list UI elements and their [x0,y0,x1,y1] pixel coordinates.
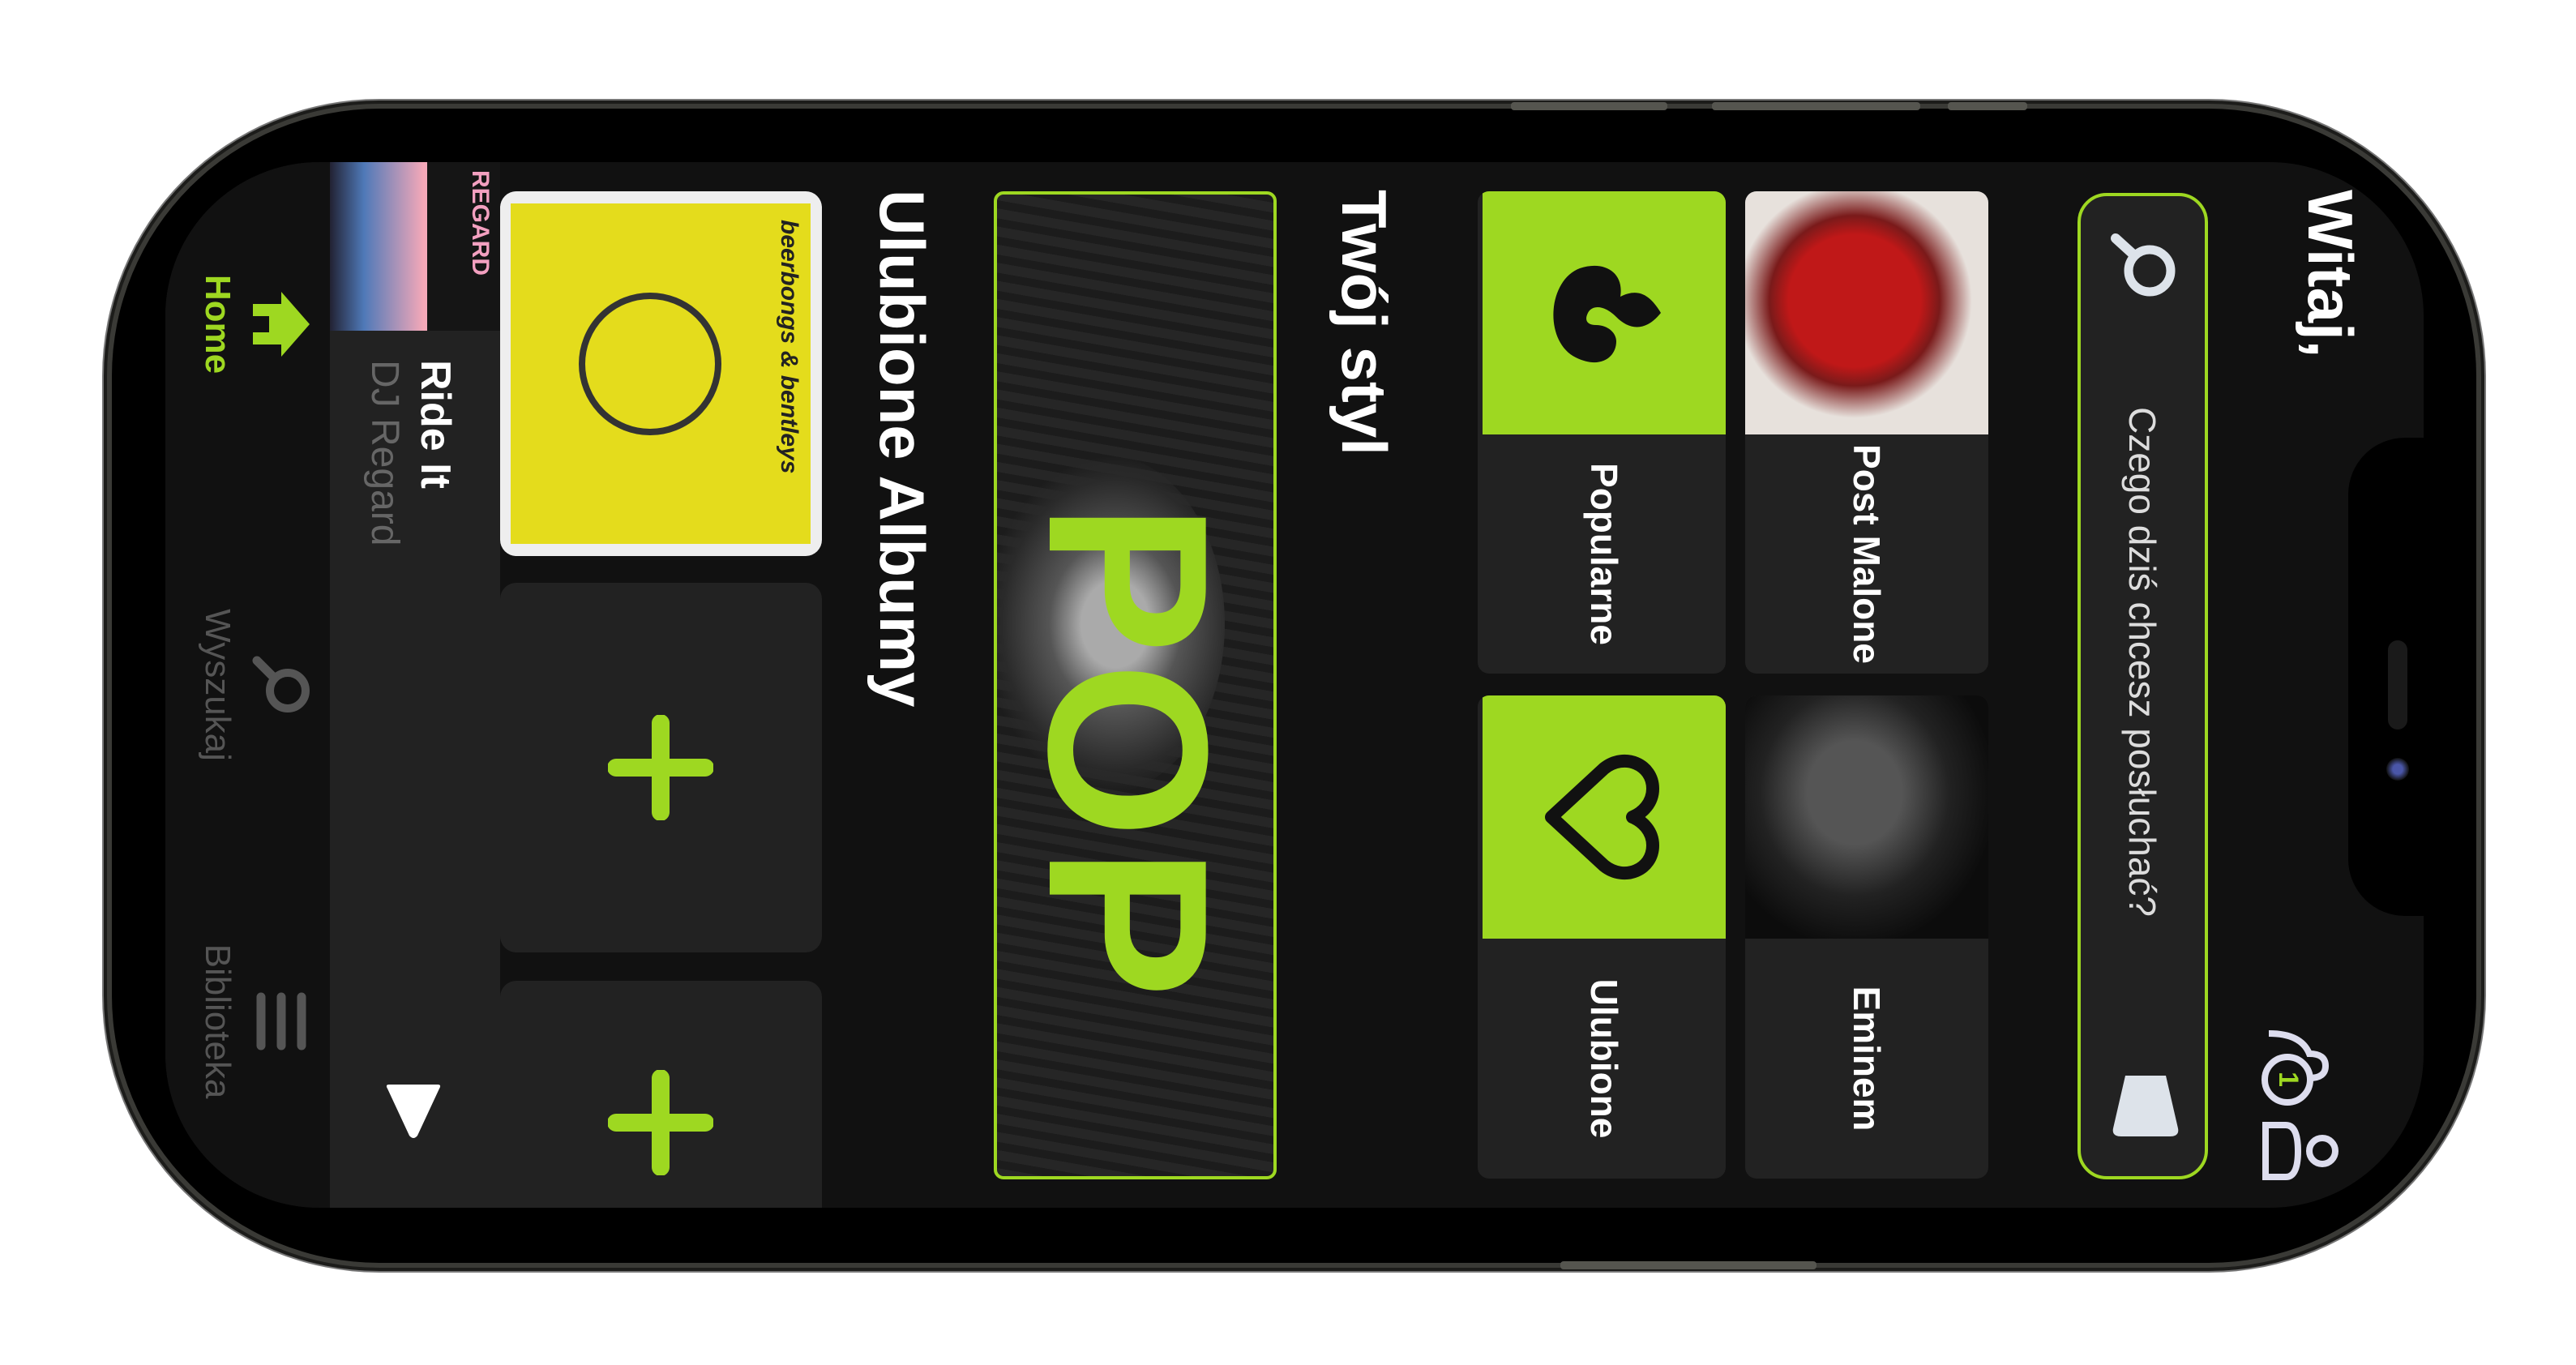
power-button [1560,1261,1816,1269]
section-title-style: Twój styl [1329,190,1400,456]
profile-icon [2262,1122,2339,1180]
track-artist: DJ Regard [363,360,406,546]
artist-photo [1745,695,1988,939]
tile-label: Popularne [1583,463,1625,645]
cd-disc [579,293,722,435]
artist-photo [1745,191,1988,434]
tab-search[interactable]: Wyszukaj [176,588,314,782]
microphone-icon[interactable] [2109,1072,2182,1153]
add-album-button[interactable] [500,981,822,1208]
tab-library[interactable]: Biblioteka [176,924,314,1119]
tab-label: Home [198,274,237,374]
tile-ulubione[interactable]: Ulubione [1478,695,1726,1179]
tab-label: Biblioteka [198,944,237,1099]
album-cover: beerbongs & bentleys [511,203,811,544]
app-screen: Witaj, 1 Czego dziś chcesz posłuchać? Po… [165,162,2424,1208]
speaker [2388,640,2407,730]
tile-post-malone[interactable]: Post Malone [1745,191,1988,674]
tile-label: Ulubione [1583,978,1625,1139]
greeting: Witaj, [2295,190,2366,358]
volume-button [1712,102,1920,110]
tile-label: Post Malone [1846,444,1888,664]
cover-text: REGARD [467,170,494,276]
banner-text: POP [1001,503,1254,1007]
library-icon [256,992,306,1050]
search-input[interactable]: Czego dziś chcesz posłuchać? [2077,193,2208,1179]
add-album-button[interactable] [500,583,822,952]
tab-home[interactable]: Home [176,227,314,421]
tile-eminem[interactable]: Eminem [1745,695,1988,1179]
heart-icon [1545,755,1659,879]
tab-bar: Home Wyszukaj Biblioteka [165,162,330,1208]
favorites-tile-image [1483,695,1726,939]
flame-icon [1553,265,1661,362]
album-cover-text: beerbongs & bentleys [776,220,803,474]
tile-popularne[interactable]: Popularne [1478,191,1726,674]
mini-player[interactable]: REGARD Ride It DJ Regard [330,162,500,1208]
search-icon [252,656,310,712]
search-placeholder: Czego dziś chcesz posłuchać? [2121,407,2163,917]
bell-icon [2261,1030,2330,1106]
notifications-button[interactable]: 1 [2257,1021,2346,1110]
section-title-albums: Ulubione Albumy [867,190,938,708]
camera [2386,758,2409,781]
tab-label: Wyszukaj [198,609,237,761]
play-icon[interactable] [383,1078,443,1143]
now-playing-cover: REGARD [330,162,500,331]
search-icon [2111,233,2176,297]
plus-icon [608,1070,714,1175]
genre-banner-pop[interactable]: POP [994,191,1277,1179]
profile-button[interactable] [2261,1119,2343,1183]
popular-tile-image [1483,191,1726,434]
track-title: Ride It [412,360,459,489]
mute-switch [1948,102,2027,110]
volume-button [1511,102,1667,110]
notification-count: 1 [2273,1072,2304,1087]
home-icon [253,292,310,357]
notch [2348,438,2424,916]
tile-label: Eminem [1846,986,1888,1132]
album-card[interactable]: beerbongs & bentleys [500,191,822,556]
plus-icon [608,715,714,820]
